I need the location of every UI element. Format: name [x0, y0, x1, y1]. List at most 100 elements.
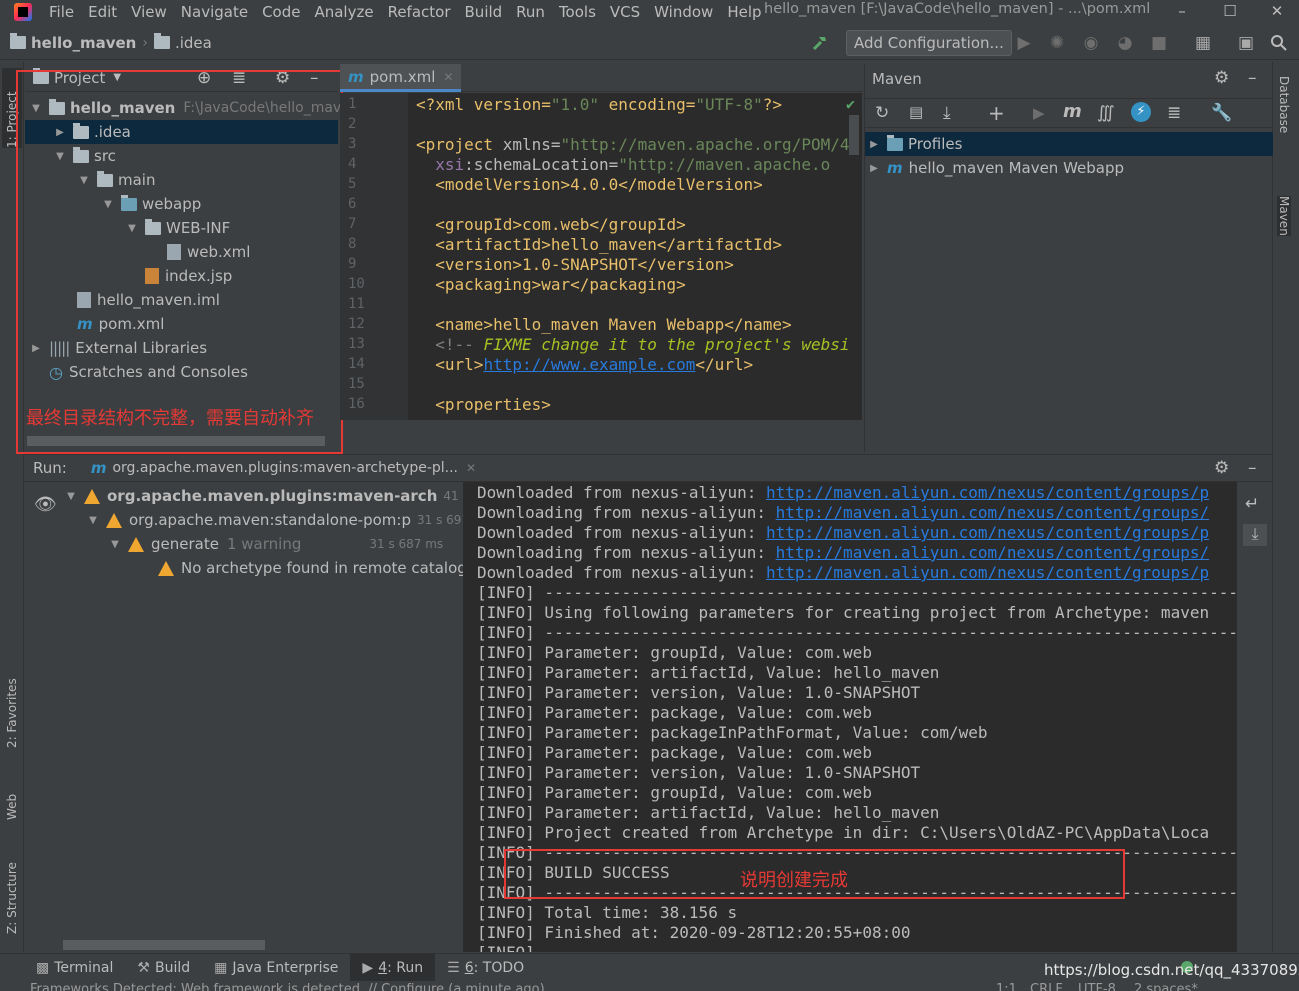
- run-maven-icon[interactable]: ▶: [1033, 104, 1045, 122]
- line-number[interactable]: 5: [348, 176, 356, 192]
- run-tree-item[interactable]: ▼ org.apache.maven.plugins:maven-arch 41…: [64, 484, 517, 508]
- run-tab[interactable]: m org.apache.maven.plugins:maven-archety…: [91, 459, 476, 477]
- minimize-icon[interactable]: –: [1160, 0, 1204, 22]
- line-number[interactable]: 6: [348, 196, 356, 212]
- execute-goal-icon[interactable]: m: [1063, 101, 1082, 122]
- tab-structure[interactable]: Z: Structure: [2, 844, 22, 934]
- maven-item-profiles[interactable]: ▶ Profiles: [865, 132, 1273, 156]
- tab-todo[interactable]: ☰ 6: TODO: [435, 960, 536, 976]
- line-number[interactable]: 7: [348, 216, 356, 232]
- debug-icon[interactable]: ✺: [1047, 33, 1067, 53]
- line-number[interactable]: 3: [348, 136, 356, 152]
- menu-help[interactable]: Help: [720, 3, 768, 21]
- tab-terminal[interactable]: ▩ Terminal: [24, 960, 125, 976]
- menu-navigate[interactable]: Navigate: [174, 3, 255, 21]
- status-message[interactable]: Frameworks Detected: Web framework is de…: [30, 982, 545, 991]
- coverage-icon[interactable]: ◉: [1081, 33, 1101, 53]
- soft-wrap-icon[interactable]: ↵: [1245, 494, 1259, 514]
- wrench-icon[interactable]: 🔧: [1211, 103, 1232, 123]
- menu-code[interactable]: Code: [255, 3, 307, 21]
- menu-run[interactable]: Run: [509, 3, 552, 21]
- maven-item-project[interactable]: ▶ m hello_maven Maven Webapp: [865, 156, 1273, 180]
- editor-scrollbar[interactable]: [849, 115, 859, 155]
- console-link[interactable]: http://maven.aliyun.com/nexus/content/gr…: [766, 563, 1209, 582]
- run-tree: 👁 ▼ org.apache.maven.plugins:maven-arch …: [24, 482, 517, 952]
- project-structure-icon[interactable]: ▦: [1193, 33, 1213, 53]
- close-tab-icon[interactable]: ✕: [466, 461, 476, 475]
- menu-refactor[interactable]: Refactor: [381, 3, 458, 21]
- menu-file[interactable]: File: [42, 3, 81, 21]
- close-tab-icon[interactable]: ✕: [443, 70, 453, 84]
- line-number[interactable]: 14: [348, 356, 365, 372]
- run-tree-scrollbar[interactable]: [63, 940, 265, 950]
- tab-run[interactable]: ▶ 4: Run: [350, 953, 436, 982]
- line-number[interactable]: 13: [348, 336, 365, 352]
- search-icon[interactable]: [1269, 33, 1289, 53]
- project-horizontal-scrollbar[interactable]: [27, 436, 325, 446]
- line-number[interactable]: 9: [348, 256, 356, 272]
- maximize-icon[interactable]: ☐: [1208, 0, 1252, 22]
- status-line-separator[interactable]: CRLF: [1030, 982, 1063, 991]
- download-sources-icon[interactable]: ⤓: [943, 103, 951, 123]
- status-encoding[interactable]: UTF-8: [1078, 982, 1116, 991]
- add-maven-project-icon[interactable]: ▤: [909, 103, 923, 121]
- run-icon[interactable]: ▶: [1014, 33, 1034, 53]
- line-number[interactable]: 16: [348, 396, 365, 412]
- tab-maven[interactable]: Maven: [1277, 196, 1291, 236]
- tab-pom-xml[interactable]: m pom.xml ✕: [340, 64, 462, 92]
- hide-panel-icon[interactable]: –: [1248, 458, 1257, 478]
- eye-icon[interactable]: 👁: [34, 494, 57, 515]
- build-hammer-icon[interactable]: [810, 33, 830, 53]
- scroll-to-end-icon[interactable]: ⤓: [1243, 524, 1267, 546]
- tab-web[interactable]: Web: [2, 770, 22, 820]
- line-number[interactable]: 11: [348, 296, 365, 312]
- line-number[interactable]: 4: [348, 156, 356, 172]
- tab-java-enterprise[interactable]: ▦ Java Enterprise: [202, 960, 350, 976]
- line-number[interactable]: 10: [348, 276, 365, 292]
- run-item-warning-count: 1 warning: [226, 535, 302, 553]
- stop-icon[interactable]: ■: [1149, 33, 1169, 53]
- console-link[interactable]: http://maven.aliyun.com/nexus/content/gr…: [766, 523, 1209, 542]
- navigation-bar: hello_maven › .idea: [0, 26, 1299, 60]
- line-number[interactable]: 12: [348, 316, 365, 332]
- inspection-ok-icon[interactable]: ✔: [846, 95, 855, 113]
- plus-icon[interactable]: +: [988, 101, 1005, 125]
- reload-icon[interactable]: ↻: [875, 103, 889, 123]
- menu-build[interactable]: Build: [458, 3, 510, 21]
- menu-tools[interactable]: Tools: [552, 3, 603, 21]
- breadcrumb-idea[interactable]: .idea: [153, 33, 212, 52]
- toggle-offline-icon[interactable]: ∭: [1097, 103, 1115, 123]
- tab-database[interactable]: Database: [1277, 76, 1291, 133]
- status-indent[interactable]: 2 spaces*: [1134, 982, 1198, 991]
- gear-icon[interactable]: ⚙: [1214, 458, 1229, 478]
- line-number[interactable]: 1: [348, 96, 356, 112]
- add-configuration-button[interactable]: Add Configuration...: [846, 30, 1012, 56]
- line-number[interactable]: 2: [348, 116, 356, 132]
- menu-view[interactable]: View: [124, 3, 174, 21]
- tab-favorites[interactable]: 2: Favorites: [2, 658, 22, 748]
- breadcrumb-project[interactable]: hello_maven: [10, 33, 136, 52]
- line-number[interactable]: 8: [348, 236, 356, 252]
- profile-icon[interactable]: ◕: [1115, 33, 1135, 53]
- run-tree-item[interactable]: No archetype found in remote catalog. De: [158, 556, 497, 580]
- code-editor[interactable]: <?xml version="1.0" encoding="UTF-8"?> <…: [408, 93, 862, 420]
- console-link[interactable]: http://maven.aliyun.com/nexus/content/gr…: [766, 483, 1209, 502]
- menu-edit[interactable]: Edit: [81, 3, 124, 21]
- console-link[interactable]: http://maven.aliyun.com/nexus/content/gr…: [776, 543, 1209, 562]
- line-number[interactable]: 15: [348, 376, 365, 392]
- gear-icon[interactable]: ⚙: [1214, 68, 1229, 88]
- close-icon[interactable]: ✕: [1255, 0, 1299, 22]
- menu-vcs[interactable]: VCS: [603, 3, 647, 21]
- menu-analyze[interactable]: Analyze: [307, 3, 380, 21]
- status-position[interactable]: 1:1: [996, 982, 1017, 991]
- tab-build[interactable]: ⚒ Build: [125, 960, 202, 976]
- skip-tests-icon[interactable]: ⚡: [1131, 102, 1151, 122]
- collapse-all-icon[interactable]: ≣: [1167, 103, 1181, 123]
- run-tree-item[interactable]: ▼ generate 1 warning 31 s 687 ms: [108, 532, 443, 556]
- toggle-window-icon[interactable]: ▣: [1236, 33, 1256, 53]
- tab-run-number: 4: [378, 959, 388, 976]
- menu-window[interactable]: Window: [647, 3, 720, 21]
- console-link[interactable]: http://maven.aliyun.com/nexus/content/gr…: [776, 503, 1209, 522]
- run-tree-item[interactable]: ▼ org.apache.maven:standalone-pom:p 31 s…: [86, 508, 491, 532]
- hide-panel-icon[interactable]: –: [1248, 68, 1257, 88]
